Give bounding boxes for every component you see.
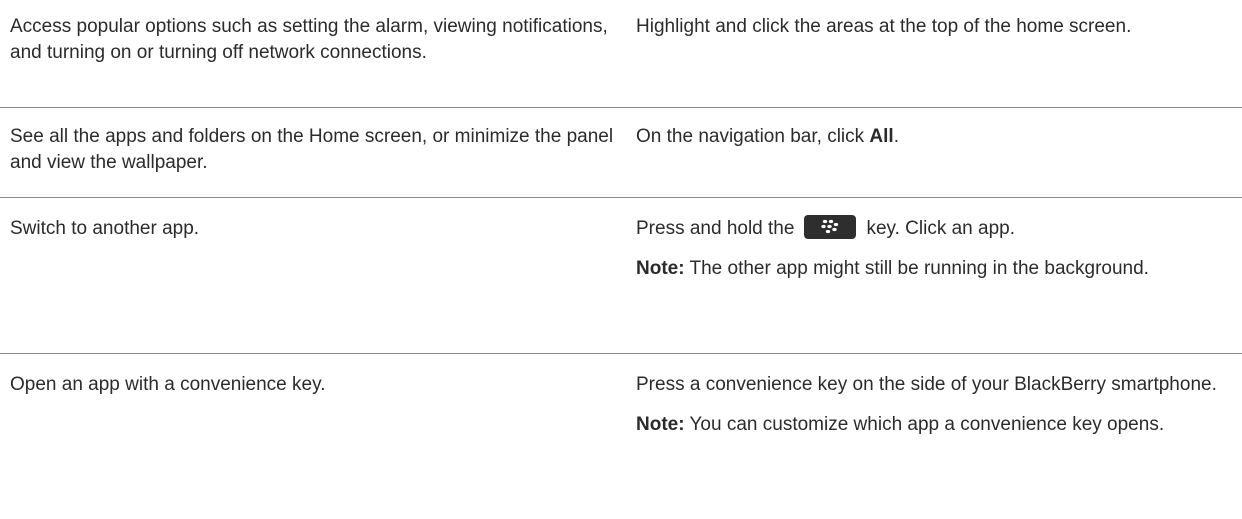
action-cell: Press and hold the key. Click an app. No… [636,215,1242,353]
note-text: You can customize which app a convenienc… [684,414,1165,435]
task-cell: Open an app with a convenience key. [0,372,636,519]
note: Note: The other app might still be runni… [636,256,1232,282]
table-row: Switch to another app. Press and hold th… [0,198,1242,354]
instructions-table: Access popular options such as setting t… [0,0,1242,519]
action-cell: Press a convenience key on the side of y… [636,372,1242,519]
action-text-after: key. Click an app. [866,218,1016,239]
action-text-before: Press and hold the [636,218,795,239]
action-text: Highlight and click the areas at the top… [636,16,1132,37]
note: Note: You can customize which app a conv… [636,412,1232,438]
task-text: Open an app with a convenience key. [10,374,326,395]
task-text: Access popular options such as setting t… [10,16,608,63]
note-label: Note: [636,258,685,279]
note-label: Note: [636,414,685,435]
table-row: Access popular options such as setting t… [0,0,1242,108]
task-cell: Access popular options such as setting t… [0,14,636,107]
action-text: Press and hold the key. Click an app. [636,215,1232,242]
note-text: The other app might still be running in … [684,258,1149,279]
task-cell: See all the apps and folders on the Home… [0,124,636,197]
table-row: See all the apps and folders on the Home… [0,108,1242,198]
action-text-before: On the navigation bar, click [636,126,870,147]
all-label: All [869,126,894,147]
action-text: On the navigation bar, click All. [636,124,1232,150]
task-cell: Switch to another app. [0,216,636,353]
task-text: Switch to another app. [10,218,200,239]
table-row: Open an app with a convenience key. Pres… [0,354,1242,519]
blackberry-key-icon [804,215,857,240]
action-cell: On the navigation bar, click All. [636,124,1242,197]
action-text: Press a convenience key on the side of y… [636,374,1217,395]
action-text-after: . [893,126,899,147]
task-text: See all the apps and folders on the Home… [10,126,614,173]
action-cell: Highlight and click the areas at the top… [636,14,1242,107]
